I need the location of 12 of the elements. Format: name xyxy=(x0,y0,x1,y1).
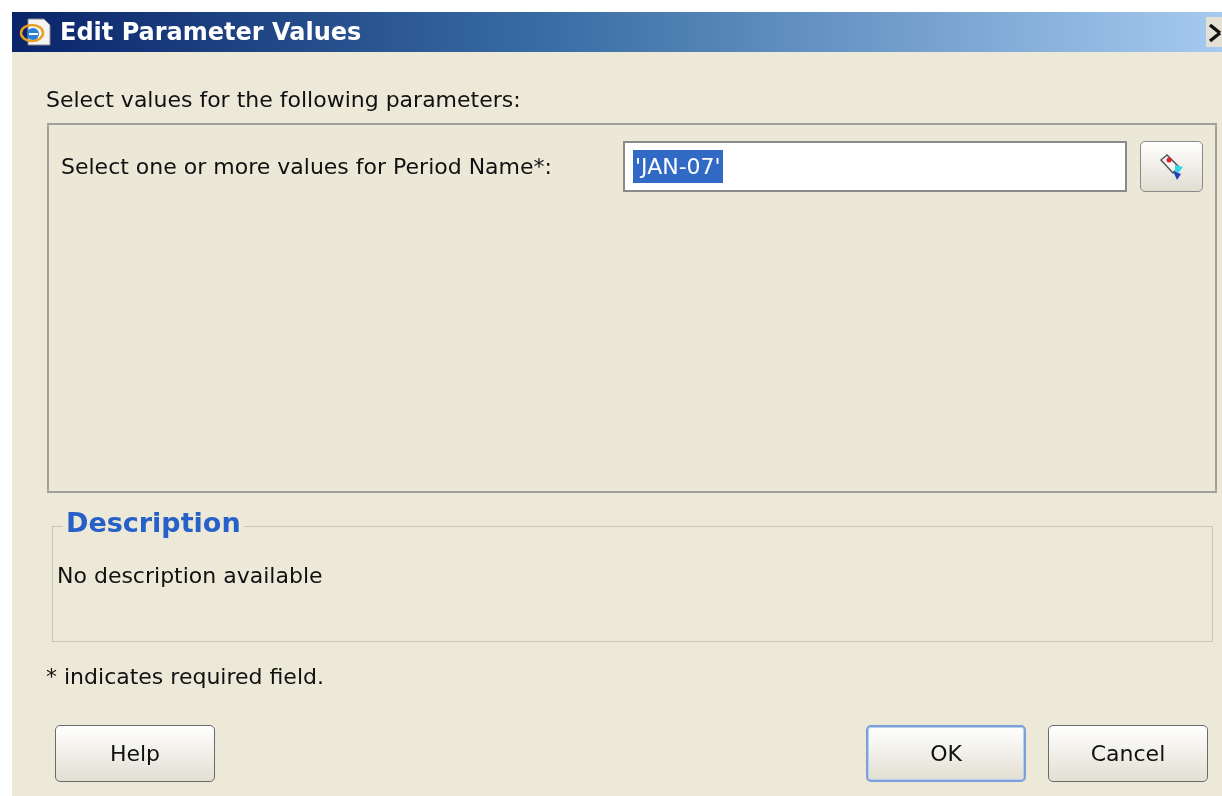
dialog-button[interactable]: Help xyxy=(55,725,215,782)
close-icon[interactable] xyxy=(1206,17,1222,47)
required-note: * indicates required field. xyxy=(46,664,325,689)
window-title: Edit Parameter Values xyxy=(60,18,363,46)
description-text: No description available xyxy=(57,563,324,588)
parameter-label: Select one or more values for Period Name*: xyxy=(61,154,553,179)
instruction-text: Select values for the following parameters: xyxy=(46,86,522,114)
search-button[interactable] xyxy=(1140,141,1203,192)
dialog-button[interactable]: Cancel xyxy=(1048,725,1208,782)
document-icon xyxy=(18,17,52,47)
period-name-field[interactable]: 'JAN-07' xyxy=(623,141,1127,192)
dialog-button[interactable]: OK xyxy=(866,725,1026,782)
